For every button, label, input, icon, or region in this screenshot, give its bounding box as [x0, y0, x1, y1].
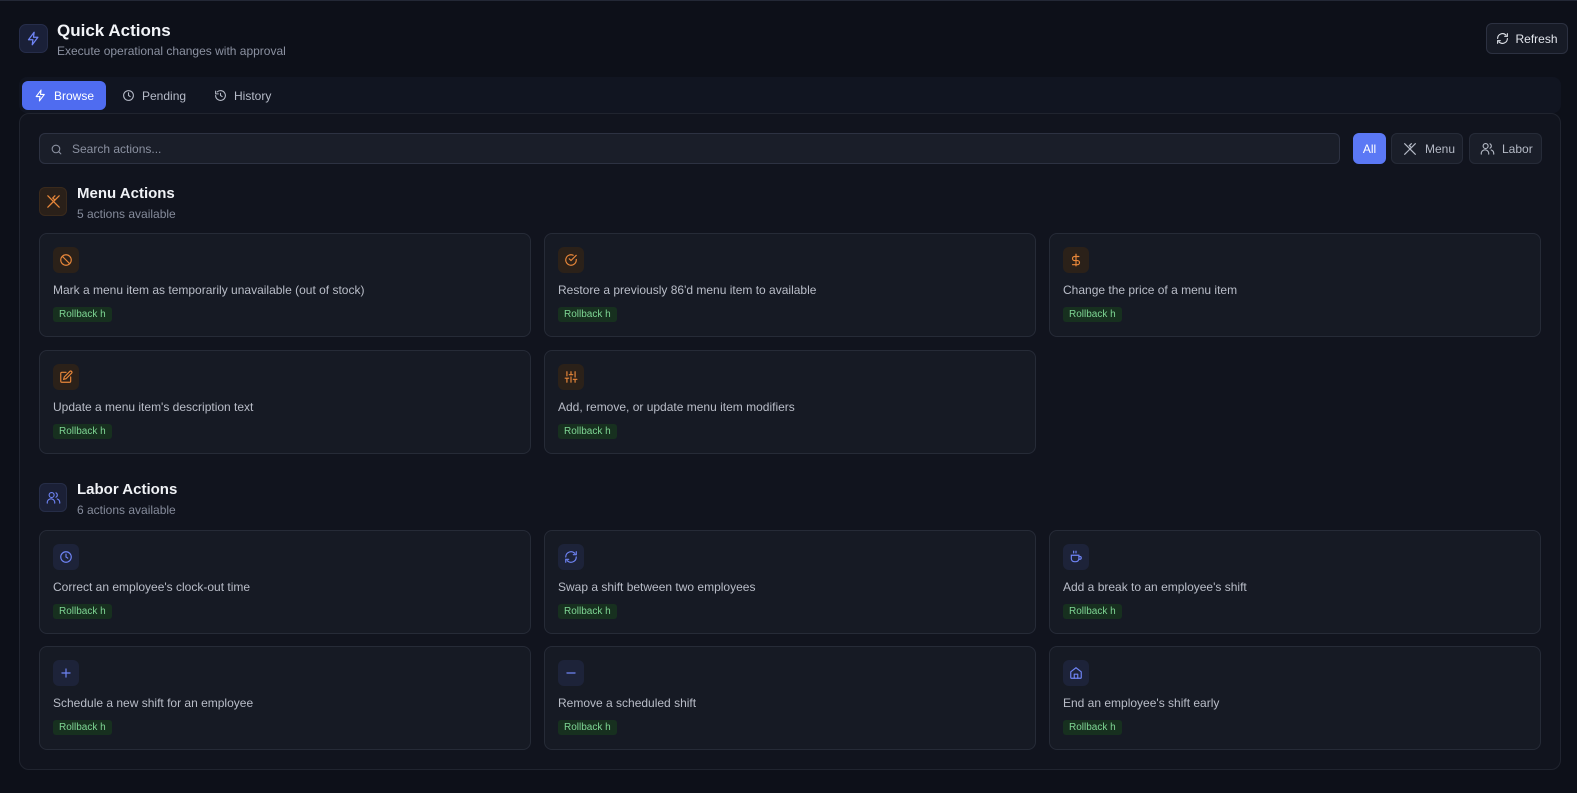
- edit-icon: [53, 364, 79, 390]
- page-title: Quick Actions: [57, 21, 171, 40]
- action-description: Swap a shift between two employees: [558, 580, 756, 594]
- rollback-badge: Rollback h: [1063, 307, 1122, 322]
- tab-label: Pending: [142, 88, 187, 103]
- history-icon: [214, 89, 227, 102]
- filter-label: Menu: [1425, 141, 1456, 156]
- rollback-badge: Rollback h: [558, 604, 617, 619]
- action-card-swap-shift[interactable]: Swap a shift between two employees Rollb…: [544, 530, 1036, 634]
- action-description: Correct an employee's clock-out time: [53, 580, 251, 594]
- search-icon: [50, 143, 63, 156]
- refresh-icon: [1496, 32, 1509, 45]
- refresh-button[interactable]: Refresh: [1486, 23, 1568, 54]
- section-count: 6 actions available: [77, 503, 176, 517]
- action-description: Update a menu item's description text: [53, 400, 254, 414]
- action-card-change-price[interactable]: Change the price of a menu item Rollback…: [1049, 233, 1541, 337]
- action-card-end-shift-early[interactable]: End an employee's shift early Rollback h: [1049, 646, 1541, 750]
- utensils-icon: [39, 187, 67, 216]
- bolt-icon: [19, 24, 48, 53]
- clock-icon: [53, 544, 79, 570]
- rollback-badge: Rollback h: [1063, 604, 1122, 619]
- filter-all[interactable]: All: [1353, 133, 1386, 164]
- tab-browse[interactable]: Browse: [22, 81, 107, 110]
- dollar-icon: [1063, 247, 1089, 273]
- action-card-mark-unavailable[interactable]: Mark a menu item as temporarily unavaila…: [39, 233, 531, 337]
- rollback-badge: Rollback h: [558, 720, 617, 735]
- home-icon: [1063, 660, 1089, 686]
- users-icon: [1480, 141, 1495, 156]
- rollback-badge: Rollback h: [1063, 720, 1122, 735]
- rollback-badge: Rollback h: [53, 424, 112, 439]
- tab-label: Browse: [54, 88, 95, 103]
- section-title: Labor Actions: [77, 481, 178, 498]
- filter-label: All: [1362, 141, 1377, 156]
- tab-label: History: [234, 88, 272, 103]
- refresh-icon: [558, 544, 584, 570]
- clock-icon: [122, 89, 135, 102]
- section-count: 5 actions available: [77, 207, 176, 221]
- page-subtitle: Execute operational changes with approva…: [57, 44, 286, 58]
- top-border: [0, 0, 1577, 1]
- rollback-badge: Rollback h: [558, 424, 617, 439]
- bolt-icon: [34, 89, 47, 102]
- search-box: [39, 133, 1340, 164]
- action-description: Mark a menu item as temporarily unavaila…: [53, 283, 365, 297]
- rollback-badge: Rollback h: [53, 720, 112, 735]
- action-card-schedule-shift[interactable]: Schedule a new shift for an employee Rol…: [39, 646, 531, 750]
- action-card-restore-item[interactable]: Restore a previously 86'd menu item to a…: [544, 233, 1036, 337]
- utensils-icon: [1402, 141, 1418, 157]
- action-description: Schedule a new shift for an employee: [53, 696, 254, 710]
- refresh-label: Refresh: [1515, 31, 1558, 46]
- action-card-add-break[interactable]: Add a break to an employee's shift Rollb…: [1049, 530, 1541, 634]
- action-card-update-description[interactable]: Update a menu item's description text Ro…: [39, 350, 531, 454]
- actions-panel: All Menu Labor Menu Actions 5 actions av…: [19, 113, 1561, 770]
- rollback-badge: Rollback h: [53, 307, 112, 322]
- action-description: Add a break to an employee's shift: [1063, 580, 1247, 594]
- action-description: Remove a scheduled shift: [558, 696, 697, 710]
- tab-bar: Browse Pending History: [19, 77, 1561, 113]
- action-description: Change the price of a menu item: [1063, 283, 1238, 297]
- filter-menu[interactable]: Menu: [1391, 133, 1463, 164]
- action-card-remove-shift[interactable]: Remove a scheduled shift Rollback h: [544, 646, 1036, 750]
- ban-icon: [53, 247, 79, 273]
- filter-labor[interactable]: Labor: [1469, 133, 1542, 164]
- action-card-correct-clockout[interactable]: Correct an employee's clock-out time Rol…: [39, 530, 531, 634]
- tab-history[interactable]: History: [202, 81, 283, 110]
- plus-icon: [53, 660, 79, 686]
- rollback-badge: Rollback h: [558, 307, 617, 322]
- check-circle-icon: [558, 247, 584, 273]
- action-card-update-modifiers[interactable]: Add, remove, or update menu item modifie…: [544, 350, 1036, 454]
- users-icon: [39, 483, 67, 512]
- rollback-badge: Rollback h: [53, 604, 112, 619]
- filter-label: Labor: [1502, 141, 1533, 156]
- minus-icon: [558, 660, 584, 686]
- tab-pending[interactable]: Pending: [110, 81, 198, 110]
- section-title: Menu Actions: [77, 185, 175, 202]
- action-description: Add, remove, or update menu item modifie…: [558, 400, 795, 414]
- action-description: Restore a previously 86'd menu item to a…: [558, 283, 817, 297]
- sliders-icon: [558, 364, 584, 390]
- search-input[interactable]: [72, 134, 1332, 163]
- page-header: Quick Actions Execute operational change…: [19, 19, 1568, 61]
- action-description: End an employee's shift early: [1063, 696, 1220, 710]
- coffee-icon: [1063, 544, 1089, 570]
